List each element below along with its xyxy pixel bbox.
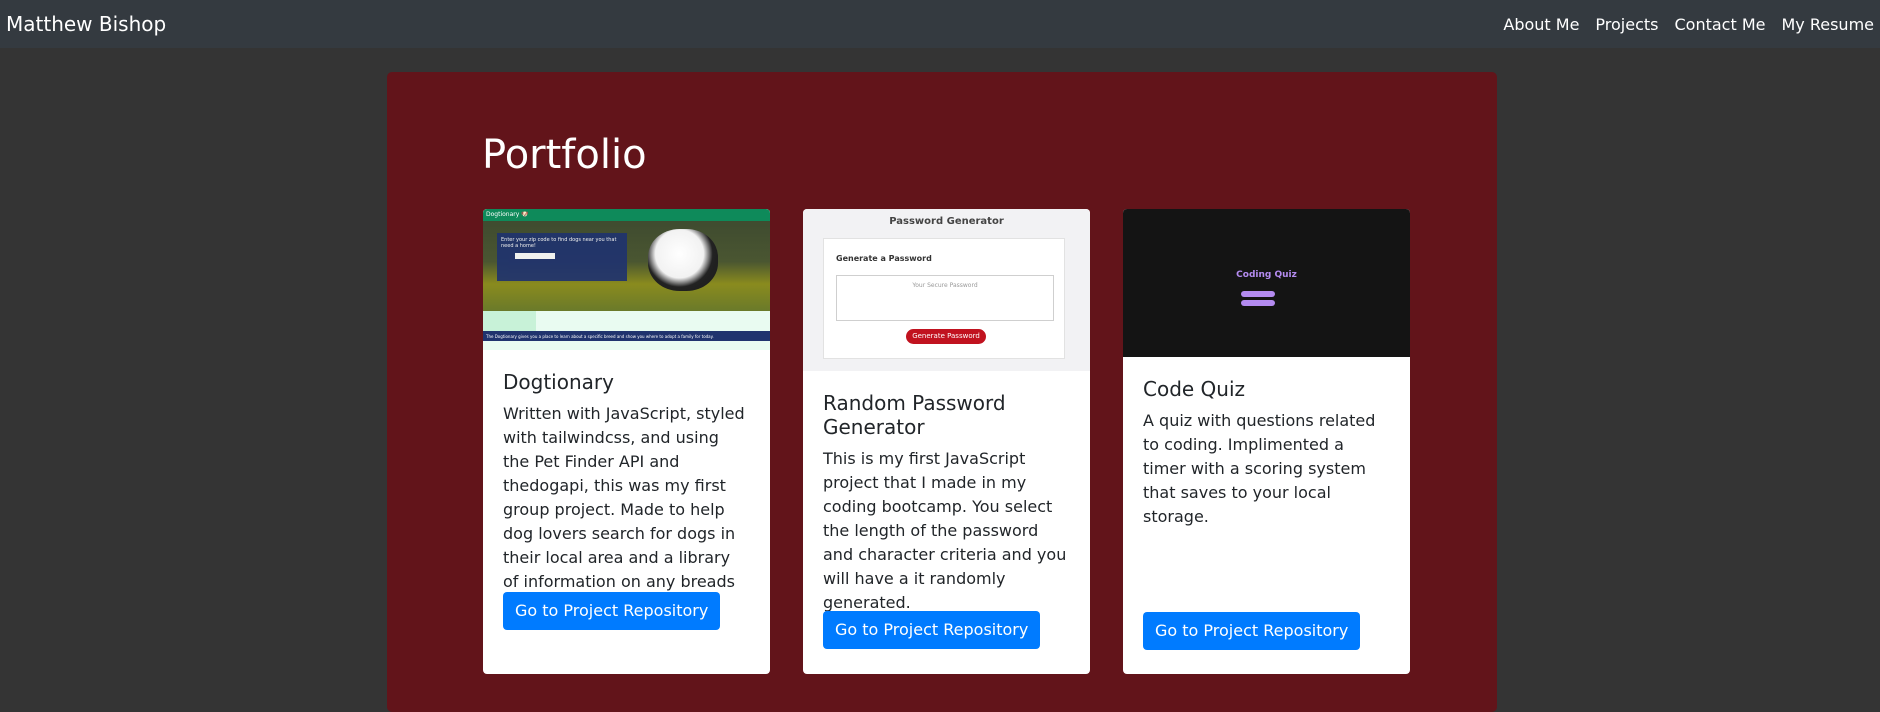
screenshot-footer: The Dogtionary gives you a place to lear…: [483, 331, 770, 341]
nav-links: About Me Projects Contact Me My Resume: [1503, 15, 1874, 34]
card-body: Random Password Generator This is my fir…: [803, 371, 1090, 674]
repository-button-dogtionary[interactable]: Go to Project Repository: [503, 592, 721, 630]
card-text: A quiz with questions related to coding.…: [1143, 411, 1376, 526]
nav-link-about-me[interactable]: About Me: [1503, 15, 1579, 34]
project-card-code-quiz: Coding Quiz Code Quiz A quiz with questi…: [1123, 209, 1410, 674]
screenshot-button-2: [1241, 300, 1275, 306]
top-navbar: Matthew Bishop About Me Projects Contact…: [0, 0, 1880, 48]
brand-link[interactable]: Matthew Bishop: [6, 12, 166, 36]
screenshot-panel-text: Enter your zip code to find dogs near yo…: [501, 237, 617, 249]
screenshot-button-1: [1241, 291, 1275, 297]
portfolio-section: Portfolio Dogtionary 🐶 Enter your zip co…: [387, 72, 1497, 712]
card-title: Dogtionary: [503, 370, 614, 394]
dogtionary-screenshot: Dogtionary 🐶 Enter your zip code to find…: [483, 209, 770, 350]
password-generator-screenshot: Password Generator Generate a Password Y…: [803, 209, 1090, 371]
card-text: Written with JavaScript, styled with tai…: [503, 404, 745, 615]
dog-image: [648, 229, 718, 291]
nav-link-my-resume[interactable]: My Resume: [1781, 15, 1874, 34]
section-title: Portfolio: [482, 132, 647, 178]
screenshot-label: Generate a Password: [836, 254, 932, 263]
screenshot-zip-input: [515, 253, 555, 259]
screenshot-footer-text: The Dogtionary gives you a place to lear…: [486, 334, 714, 339]
screenshot-title: Coding Quiz: [1236, 270, 1297, 280]
code-quiz-screenshot: Coding Quiz: [1123, 209, 1410, 357]
screenshot-placeholder: Your Secure Password: [912, 282, 978, 289]
screenshot-card: Generate a Password Your Secure Password…: [823, 238, 1065, 359]
card-title: Code Quiz: [1143, 377, 1246, 401]
card-body: Code Quiz A quiz with questions related …: [1123, 357, 1410, 674]
repository-button-password-generator[interactable]: Go to Project Repository: [823, 611, 1041, 649]
nav-link-projects[interactable]: Projects: [1595, 15, 1658, 34]
project-card-password-generator: Password Generator Generate a Password Y…: [803, 209, 1090, 674]
screenshot-header-text: Dogtionary 🐶: [486, 211, 529, 218]
screenshot-header-bar: Dogtionary 🐶: [483, 209, 770, 221]
repository-button-code-quiz[interactable]: Go to Project Repository: [1143, 612, 1361, 650]
card-body: Dogtionary Written with JavaScript, styl…: [483, 350, 770, 674]
screenshot-password-box: Your Secure Password: [836, 275, 1054, 321]
screenshot-header-text: Password Generator: [889, 216, 1004, 227]
card-text: This is my first JavaScript project that…: [823, 449, 1067, 612]
screenshot-search-panel: Enter your zip code to find dogs near yo…: [497, 233, 627, 281]
card-title: Random Password Generator: [823, 391, 1006, 439]
nav-link-contact-me[interactable]: Contact Me: [1675, 15, 1766, 34]
screenshot-generate-button: Generate Password: [906, 329, 986, 344]
project-card-dogtionary: Dogtionary 🐶 Enter your zip code to find…: [483, 209, 770, 674]
